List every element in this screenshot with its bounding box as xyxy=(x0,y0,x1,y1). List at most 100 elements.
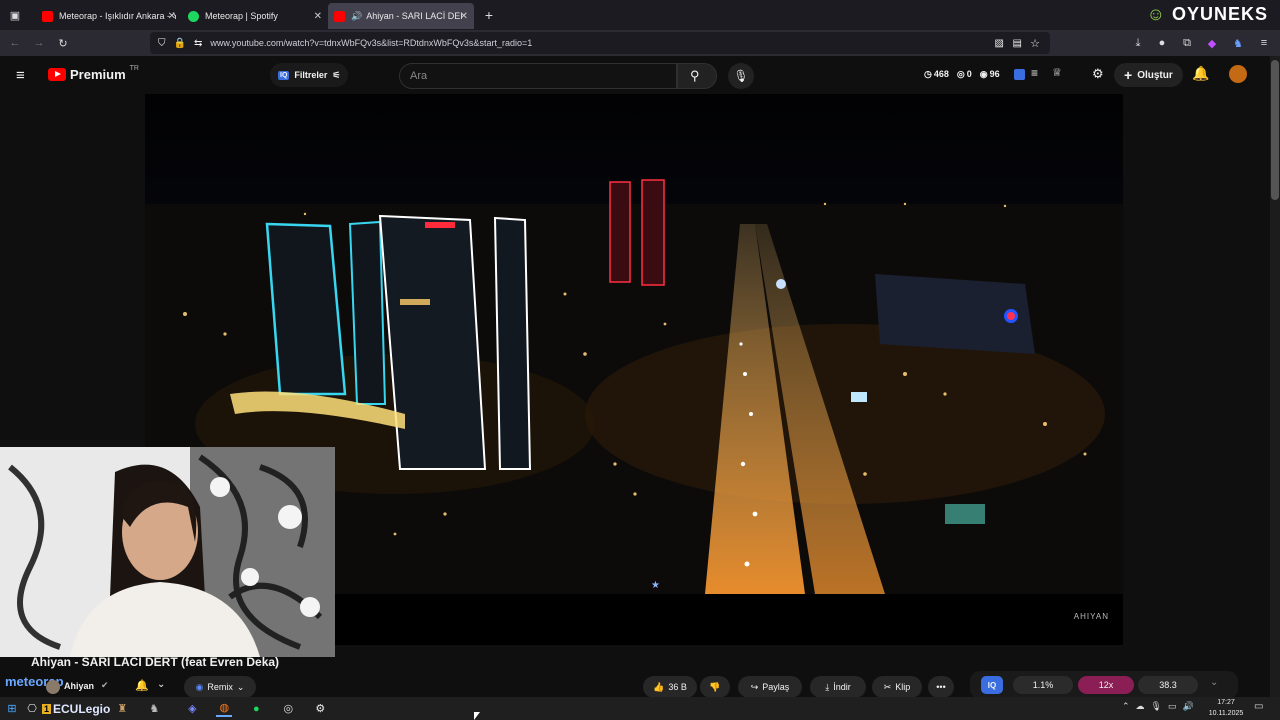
youtube-logo[interactable]: Premium TR xyxy=(48,65,139,82)
taskbar-label[interactable]: 1 ECULegio xyxy=(42,702,110,716)
close-icon[interactable]: ✕ xyxy=(314,11,322,22)
clip-button[interactable]: ✂ Klip xyxy=(872,676,922,698)
create-button[interactable]: + Oluştur xyxy=(1114,63,1183,87)
hamburger-menu-icon[interactable]: ≡ xyxy=(16,67,25,84)
verified-icon: ✔ xyxy=(101,680,109,690)
mouse-cursor-icon xyxy=(474,712,480,720)
share-label: Paylaş xyxy=(762,682,790,692)
reader-icon[interactable]: ▤ xyxy=(1013,38,1022,49)
tab-1-title: Meteorap - Işıklıdır Ankara - Yo xyxy=(59,11,176,21)
network-icon[interactable]: ☁ xyxy=(1136,701,1145,712)
mic-button[interactable]: 🎙 xyxy=(728,63,754,89)
video-title: Ahiyan - SARI LACİ DERT (feat Evren Deka… xyxy=(31,655,280,669)
reload-icon[interactable]: ↻ xyxy=(56,36,70,50)
download-icon: ⤓ xyxy=(825,681,830,692)
stats-group: ◷ 468 ◎ 0 ◉ 96 xyxy=(924,69,1000,80)
like-button[interactable]: 👍 36 B xyxy=(643,676,697,698)
start-icon[interactable]: ⊞ xyxy=(4,701,20,717)
browser-tabbar: ▣ Meteorap - Işıklıdır Ankara - Yo ✕ Met… xyxy=(0,0,1280,30)
list-icon[interactable]: ≡ xyxy=(1031,66,1038,80)
youtube-play-icon xyxy=(48,68,66,81)
bookmark-star-icon[interactable]: ☆ xyxy=(1030,37,1040,50)
permissions-icon: ⇆ xyxy=(193,37,203,49)
tab-2[interactable]: Meteorap | Spotify ✕ xyxy=(182,3,328,29)
gear-icon[interactable]: ⚙ xyxy=(1092,66,1104,82)
clock[interactable]: 17:27 10.11.2025 xyxy=(1205,697,1247,719)
new-tab-icon[interactable]: + xyxy=(482,7,496,23)
value-pill[interactable]: 38.3 xyxy=(1138,676,1198,694)
league-icon: 1 xyxy=(42,703,52,714)
chevron-up-icon[interactable]: ⌃ xyxy=(1122,701,1130,712)
firefox-icon[interactable]: ◍ xyxy=(216,701,233,717)
eye-off-icon: ◉ xyxy=(979,69,988,79)
chevron-down-icon: ⌄ xyxy=(236,681,245,692)
thumbs-down-icon: 👎 xyxy=(709,681,721,692)
bell-icon[interactable]: 🔔 xyxy=(1192,65,1209,82)
webcam-feed-image xyxy=(0,447,335,657)
channel-name[interactable]: Ahiyan xyxy=(64,681,94,691)
tab-list-icon[interactable]: ▣ xyxy=(8,8,22,22)
filters-button[interactable]: IQ Filtreler ⚟ xyxy=(270,63,349,87)
forward-icon[interactable]: → xyxy=(32,36,46,50)
back-icon[interactable]: ← xyxy=(8,36,22,50)
menu-icon[interactable]: ≡ xyxy=(1257,36,1271,50)
plus-icon: + xyxy=(1124,67,1133,83)
iq-icon: IQ xyxy=(278,70,290,80)
close-icon[interactable]: ✕ xyxy=(460,11,468,22)
notifications-icon[interactable]: ▭ xyxy=(1254,701,1263,712)
clock-date: 10.11.2025 xyxy=(1208,710,1244,717)
share-button[interactable]: ↪ Paylaş xyxy=(738,676,802,698)
clock-icon: ◷ xyxy=(924,69,932,79)
scrollbar-thumb[interactable] xyxy=(1271,60,1279,200)
avatar[interactable] xyxy=(1229,65,1247,83)
url-bar[interactable]: ⛉ 🔒 ⇆ www.youtube.com/watch?v=tdnxWbFQv3… xyxy=(150,32,1050,54)
more-button[interactable]: ••• xyxy=(928,676,954,698)
premium-label: Premium xyxy=(70,67,126,82)
taskbar-label-text: ECULegio xyxy=(53,701,111,716)
chevron-down-icon[interactable]: ⌄ xyxy=(1210,677,1218,688)
youtube-header: ≡ Premium TR IQ Filtreler ⚟ Ara ⚲ 🎙 ◷ 46… xyxy=(0,56,1280,94)
spotify-icon[interactable]: ● xyxy=(248,701,264,717)
scrollbar[interactable] xyxy=(1270,56,1280,697)
info-icon[interactable]: ● xyxy=(1155,36,1169,50)
tab-3-title: Ahiyan - SARI LACİ DERT (f xyxy=(366,11,462,21)
speed-pill[interactable]: 12x xyxy=(1078,676,1134,694)
award-icon[interactable]: ♕ xyxy=(1052,66,1062,79)
lock-icon: 🔒 xyxy=(173,37,186,49)
microphone-icon: 🎙 xyxy=(733,69,749,83)
screenshot-icon[interactable]: ▧ xyxy=(995,38,1004,49)
obs-icon[interactable]: ◎ xyxy=(280,701,296,717)
iq-badge-icon[interactable] xyxy=(1014,69,1025,80)
dislike-button[interactable]: 👎 xyxy=(700,676,730,698)
close-icon[interactable]: ✕ xyxy=(168,11,176,22)
game-icon[interactable]: ♜ xyxy=(114,701,130,717)
percent-pill[interactable]: 1.1% xyxy=(1013,676,1073,694)
mic-tray-icon[interactable]: 🎙 xyxy=(1151,701,1162,712)
remix-button[interactable]: ◉ Remix ⌄ xyxy=(184,676,256,698)
channel-avatar[interactable] xyxy=(46,680,60,694)
volume-icon[interactable]: 🔊 xyxy=(1183,701,1194,712)
tab-3[interactable]: 🔊 Ahiyan - SARI LACİ DERT (f ✕ xyxy=(328,3,474,29)
chevron-down-icon[interactable]: ⌄ xyxy=(157,679,165,690)
region-label: TR xyxy=(129,65,139,72)
tab-1[interactable]: Meteorap - Işıklıdır Ankara - Yo ✕ xyxy=(36,3,182,29)
app-icon[interactable]: ⎔ xyxy=(24,701,40,717)
sliders-icon: ⚟ xyxy=(332,69,341,80)
iq-button[interactable]: IQ xyxy=(981,676,1003,694)
settings-icon[interactable]: ⚙ xyxy=(312,701,328,717)
discord-icon[interactable]: ◈ xyxy=(184,701,200,717)
download-button[interactable]: ⤓ İndir xyxy=(810,676,866,698)
extension-purple-icon[interactable]: ◆ xyxy=(1205,36,1219,50)
tray: ⌃ ☁ 🎙 ▭ 🔊 xyxy=(1122,701,1194,712)
download-icon[interactable]: ⤓ xyxy=(1131,36,1145,50)
search-button[interactable]: ⚲ xyxy=(677,63,717,89)
game-alt-icon[interactable]: ♞ xyxy=(146,701,162,717)
extensions-icon[interactable]: ⧉ xyxy=(1180,36,1194,50)
search-input[interactable]: Ara xyxy=(399,63,677,89)
spotify-favicon-icon xyxy=(188,10,199,22)
wifi-icon[interactable]: ▭ xyxy=(1168,701,1177,712)
url-text[interactable]: www.youtube.com/watch?v=tdnxWbFQv3s&list… xyxy=(210,38,532,48)
extension-blue-icon[interactable]: ♞ xyxy=(1231,36,1245,50)
notification-bell-button[interactable]: 🔔 xyxy=(135,679,149,692)
search-icon: ⚲ xyxy=(690,68,700,83)
